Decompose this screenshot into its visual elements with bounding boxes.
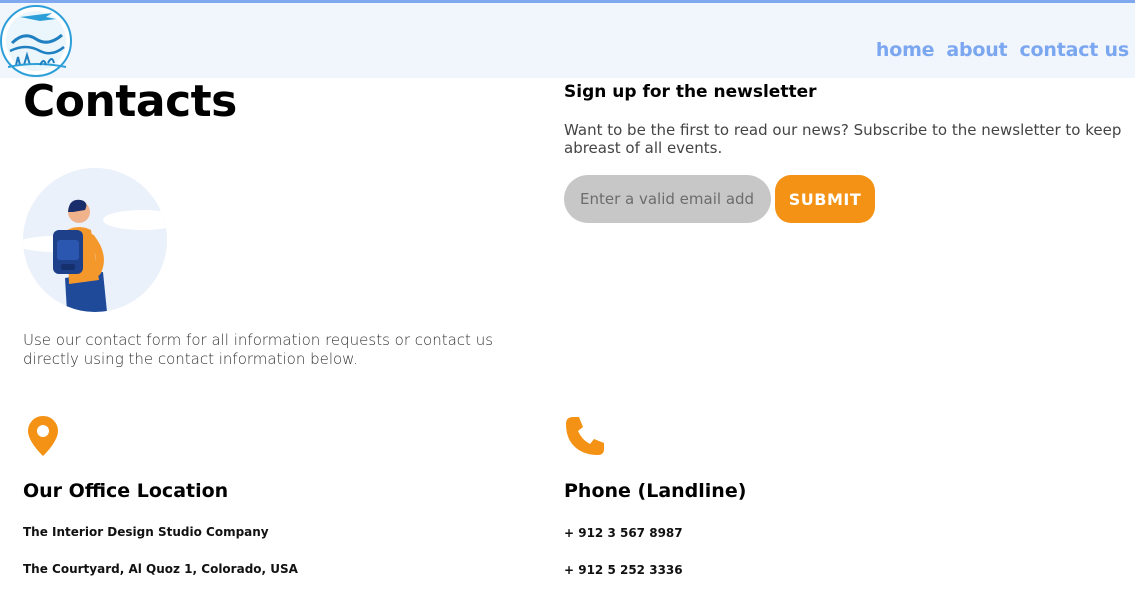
newsletter-email-input[interactable] (564, 175, 771, 223)
phone-number-1: + 912 3 567 8987 (564, 526, 683, 540)
office-address: The Courtyard, Al Quoz 1, Colorado, USA (23, 562, 298, 576)
nav-home-link[interactable]: home (876, 39, 935, 61)
contact-intro-text: Use our contact form for all information… (23, 331, 494, 368)
main-nav: home about contact us (876, 39, 1129, 61)
travel-agency-logo[interactable] (0, 3, 76, 81)
newsletter-description: Want to be the first to read our news? S… (564, 121, 1122, 157)
nav-contact-us-link[interactable]: contact us (1019, 39, 1129, 61)
office-location-title: Our Office Location (23, 480, 229, 502)
location-pin-icon (27, 415, 59, 457)
logo-icon (0, 5, 72, 77)
traveler-illustration (23, 168, 167, 312)
newsletter-submit-button[interactable]: SUBMIT (775, 175, 875, 223)
phone-landline-title: Phone (Landline) (564, 480, 747, 502)
office-company-name: The Interior Design Studio Company (23, 525, 269, 539)
phone-icon (564, 415, 606, 457)
page-title: Contacts (23, 76, 237, 127)
nav-about-link[interactable]: about (946, 39, 1007, 61)
phone-number-2: + 912 5 252 3336 (564, 563, 683, 577)
traveler-image (23, 168, 167, 312)
newsletter-title: Sign up for the newsletter (564, 82, 817, 102)
header-bar: home about contact us (0, 0, 1135, 78)
